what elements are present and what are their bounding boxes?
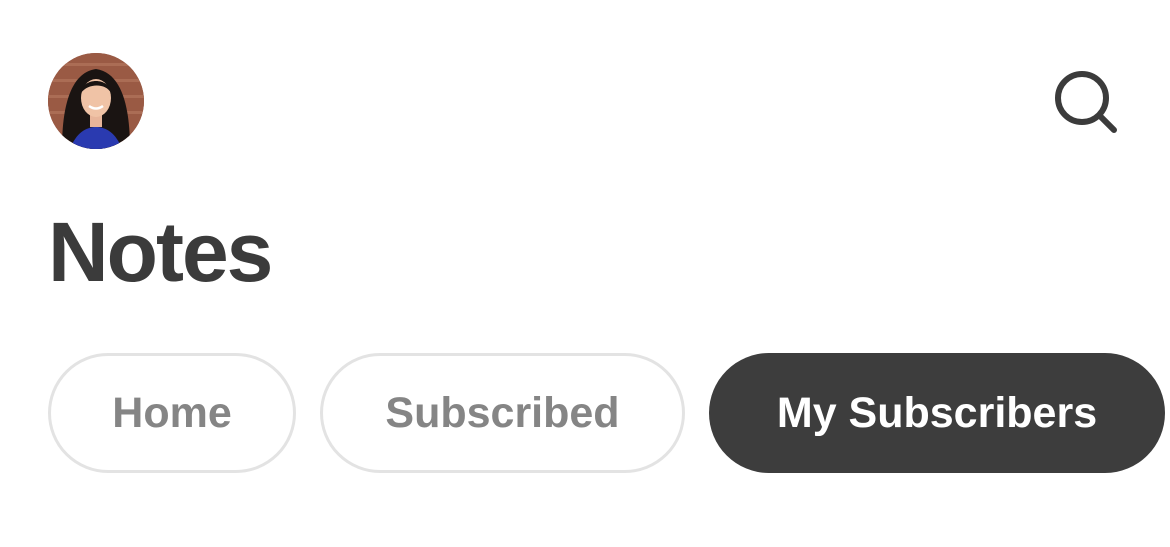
profile-avatar[interactable]	[48, 53, 144, 149]
tab-bar: Home Subscribed My Subscribers	[48, 353, 1165, 473]
search-icon	[1055, 71, 1117, 133]
tab-home[interactable]: Home	[48, 353, 296, 473]
search-button[interactable]	[1050, 66, 1122, 138]
tab-subscribed[interactable]: Subscribed	[320, 353, 685, 473]
avatar-icon	[48, 53, 144, 149]
page-title: Notes	[48, 205, 273, 299]
tab-my-subscribers[interactable]: My Subscribers	[709, 353, 1165, 473]
